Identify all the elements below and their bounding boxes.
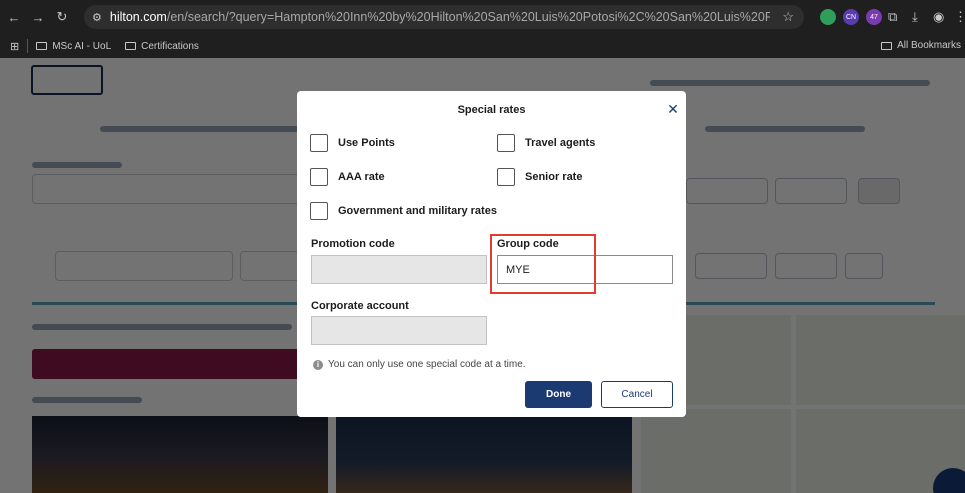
aaa-rate-option[interactable]: AAA rate — [310, 168, 385, 186]
url-host: hilton.com — [109, 10, 167, 24]
government-military-checkbox[interactable] — [310, 202, 328, 220]
cancel-button[interactable]: Cancel — [601, 381, 673, 408]
bookmark-label: Certifications — [141, 40, 199, 52]
apps-grid-icon[interactable]: ⊞ — [10, 40, 19, 53]
senior-rate-label: Senior rate — [525, 171, 583, 183]
address-bar[interactable]: ⚙ hilton.com/en/search/?query=Hampton%20… — [84, 5, 804, 29]
done-button[interactable]: Done — [525, 381, 592, 408]
close-icon[interactable]: ✕ — [665, 101, 681, 117]
corporate-account-input[interactable] — [311, 316, 487, 345]
folder-icon — [36, 42, 48, 50]
travel-agents-option[interactable]: Travel agents — [497, 134, 595, 152]
all-bookmarks[interactable]: All Bookmarks — [881, 40, 961, 51]
reload-icon[interactable]: ↻ — [52, 7, 72, 27]
bookmark-certifications[interactable]: Certifications — [125, 41, 199, 52]
extensions-puzzle-icon[interactable]: ⧉ — [888, 9, 897, 25]
back-arrow-icon[interactable]: ← — [4, 7, 24, 27]
url-path: /en/search/?query=Hampton%20Inn%20by%20H… — [166, 10, 770, 24]
badge-extension-icon[interactable]: 47 — [866, 9, 882, 25]
bookmark-star-icon[interactable]: ☆ — [782, 9, 794, 25]
site-settings-icon[interactable]: ⚙ — [92, 11, 102, 24]
promotion-code-input[interactable] — [311, 255, 487, 284]
cn-extension-icon[interactable]: CN — [843, 9, 859, 25]
menu-kebab-icon[interactable]: ⋮ — [954, 9, 965, 25]
senior-rate-checkbox[interactable] — [497, 168, 515, 186]
bookmarks-bar: ⊞ MSc AI - UoL Certifications All Bookma… — [0, 34, 965, 58]
url-text: hilton.com/en/search/?query=Hampton%20In… — [110, 10, 770, 24]
info-message: i You can only use one special code at a… — [313, 359, 526, 370]
use-points-checkbox[interactable] — [310, 134, 328, 152]
profile-icon[interactable]: ◉ — [933, 9, 944, 25]
info-text: You can only use one special code at a t… — [328, 359, 526, 370]
corporate-account-label: Corporate account — [311, 300, 409, 312]
senior-rate-option[interactable]: Senior rate — [497, 168, 582, 186]
folder-icon — [881, 41, 893, 50]
government-military-label: Government and military rates — [338, 205, 497, 217]
travel-agents-label: Travel agents — [525, 137, 596, 149]
all-bookmarks-label: All Bookmarks — [897, 40, 961, 51]
travel-agents-checkbox[interactable] — [497, 134, 515, 152]
special-rates-dialog: Special rates ✕ Use Points Travel agents… — [297, 91, 686, 417]
browser-chrome: ← → ↻ ⚙ hilton.com/en/search/?query=Hamp… — [0, 0, 965, 58]
dialog-title: Special rates — [457, 104, 526, 116]
group-code-label: Group code — [497, 238, 559, 250]
forward-arrow-icon[interactable]: → — [28, 7, 48, 27]
use-points-label: Use Points — [338, 137, 395, 149]
government-military-option[interactable]: Government and military rates — [310, 202, 497, 220]
folder-icon — [125, 42, 137, 50]
evernote-extension-icon[interactable] — [820, 9, 836, 25]
bookmark-label: MSc AI - UoL — [52, 40, 112, 52]
bookmarks-divider — [27, 39, 29, 53]
use-points-option[interactable]: Use Points — [310, 134, 395, 152]
bookmark-msc-ai[interactable]: MSc AI - UoL — [36, 41, 111, 52]
aaa-rate-label: AAA rate — [338, 171, 385, 183]
promotion-code-label: Promotion code — [311, 238, 395, 250]
group-code-input[interactable] — [497, 255, 673, 284]
aaa-rate-checkbox[interactable] — [310, 168, 328, 186]
download-icon[interactable]: ⤓ — [912, 9, 918, 25]
info-icon: i — [313, 359, 323, 370]
